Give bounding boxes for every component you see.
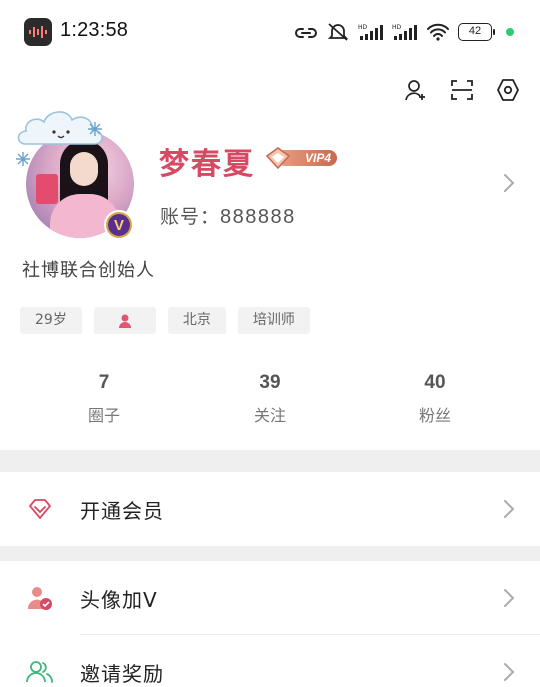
status-time: 1:23:58 xyxy=(60,19,129,41)
diamond-icon xyxy=(26,495,54,523)
stat-followers[interactable]: 40 粉丝 xyxy=(395,372,475,426)
stat-following-label: 关注 xyxy=(253,406,286,425)
invite-users-icon xyxy=(26,658,54,686)
settings-icon[interactable] xyxy=(496,78,520,102)
account-number: 888888 xyxy=(220,206,296,228)
profile-chevron-right-icon[interactable] xyxy=(502,172,516,194)
vip-diamond-icon xyxy=(265,147,291,170)
scan-icon[interactable] xyxy=(450,78,474,102)
menu-item-avatar-v[interactable]: 头像加V xyxy=(0,561,540,635)
active-dot xyxy=(506,28,514,36)
snowflake-icon xyxy=(88,122,102,136)
city-tag: 北京 xyxy=(167,307,226,334)
stat-circles[interactable]: 7 圈子 xyxy=(64,372,144,426)
chevron-right-icon xyxy=(504,589,515,607)
chevron-right-icon xyxy=(504,500,515,518)
menu-item-membership[interactable]: 开通会员 xyxy=(0,472,540,546)
menu-item-avatar-v-label: 头像加V xyxy=(80,587,158,612)
stat-followers-value: 40 xyxy=(424,372,446,393)
gender-tag xyxy=(93,307,156,334)
account-id: 账号：888888 xyxy=(160,202,296,229)
verified-v-label: V xyxy=(108,214,130,236)
status-bar: 1:23:58 HD HD 42 xyxy=(0,0,540,64)
stat-circles-value: 7 xyxy=(98,372,110,393)
role-tag: 培训师 xyxy=(237,307,310,334)
mute-bell-icon xyxy=(327,23,349,41)
menu-item-invite-label: 邀请奖励 xyxy=(80,661,164,686)
username: 梦春夏 xyxy=(159,147,255,182)
profile-bio: 社博联合创始人 xyxy=(22,260,155,281)
section-divider xyxy=(0,450,540,472)
signal-icon-1: HD xyxy=(358,24,383,40)
network-hd-label: HD xyxy=(392,24,402,31)
account-label: 账号： xyxy=(160,206,221,228)
add-friend-icon[interactable] xyxy=(404,78,428,102)
age-tag: 29岁 xyxy=(20,307,82,334)
female-person-icon xyxy=(118,314,131,328)
stat-following-value: 39 xyxy=(259,372,281,393)
chevron-right-icon xyxy=(504,663,515,681)
stat-followers-label: 粉丝 xyxy=(418,406,451,425)
profile-tags: 29岁 北京 培训师 xyxy=(20,307,310,334)
voice-recorder-app-icon xyxy=(24,18,52,46)
stat-circles-label: 圈子 xyxy=(87,406,120,425)
avatar[interactable]: V xyxy=(14,104,154,244)
status-icons: HD HD 42 xyxy=(294,18,514,46)
user-verified-icon xyxy=(26,584,54,612)
network-hd-label: HD xyxy=(358,24,368,31)
signal-icon-2: HD xyxy=(392,24,417,40)
menu-item-membership-label: 开通会员 xyxy=(80,498,164,523)
verified-v-badge: V xyxy=(104,210,134,240)
menu-item-invite[interactable]: 邀请奖励 xyxy=(0,635,540,687)
snowflake-icon xyxy=(16,152,30,166)
vip-badge[interactable]: VIP4 xyxy=(265,146,339,170)
stat-following[interactable]: 39 关注 xyxy=(230,372,310,426)
battery-indicator: 42 xyxy=(458,23,495,41)
top-actions xyxy=(404,78,520,102)
wifi-icon xyxy=(427,23,449,41)
link-icon xyxy=(295,28,317,38)
